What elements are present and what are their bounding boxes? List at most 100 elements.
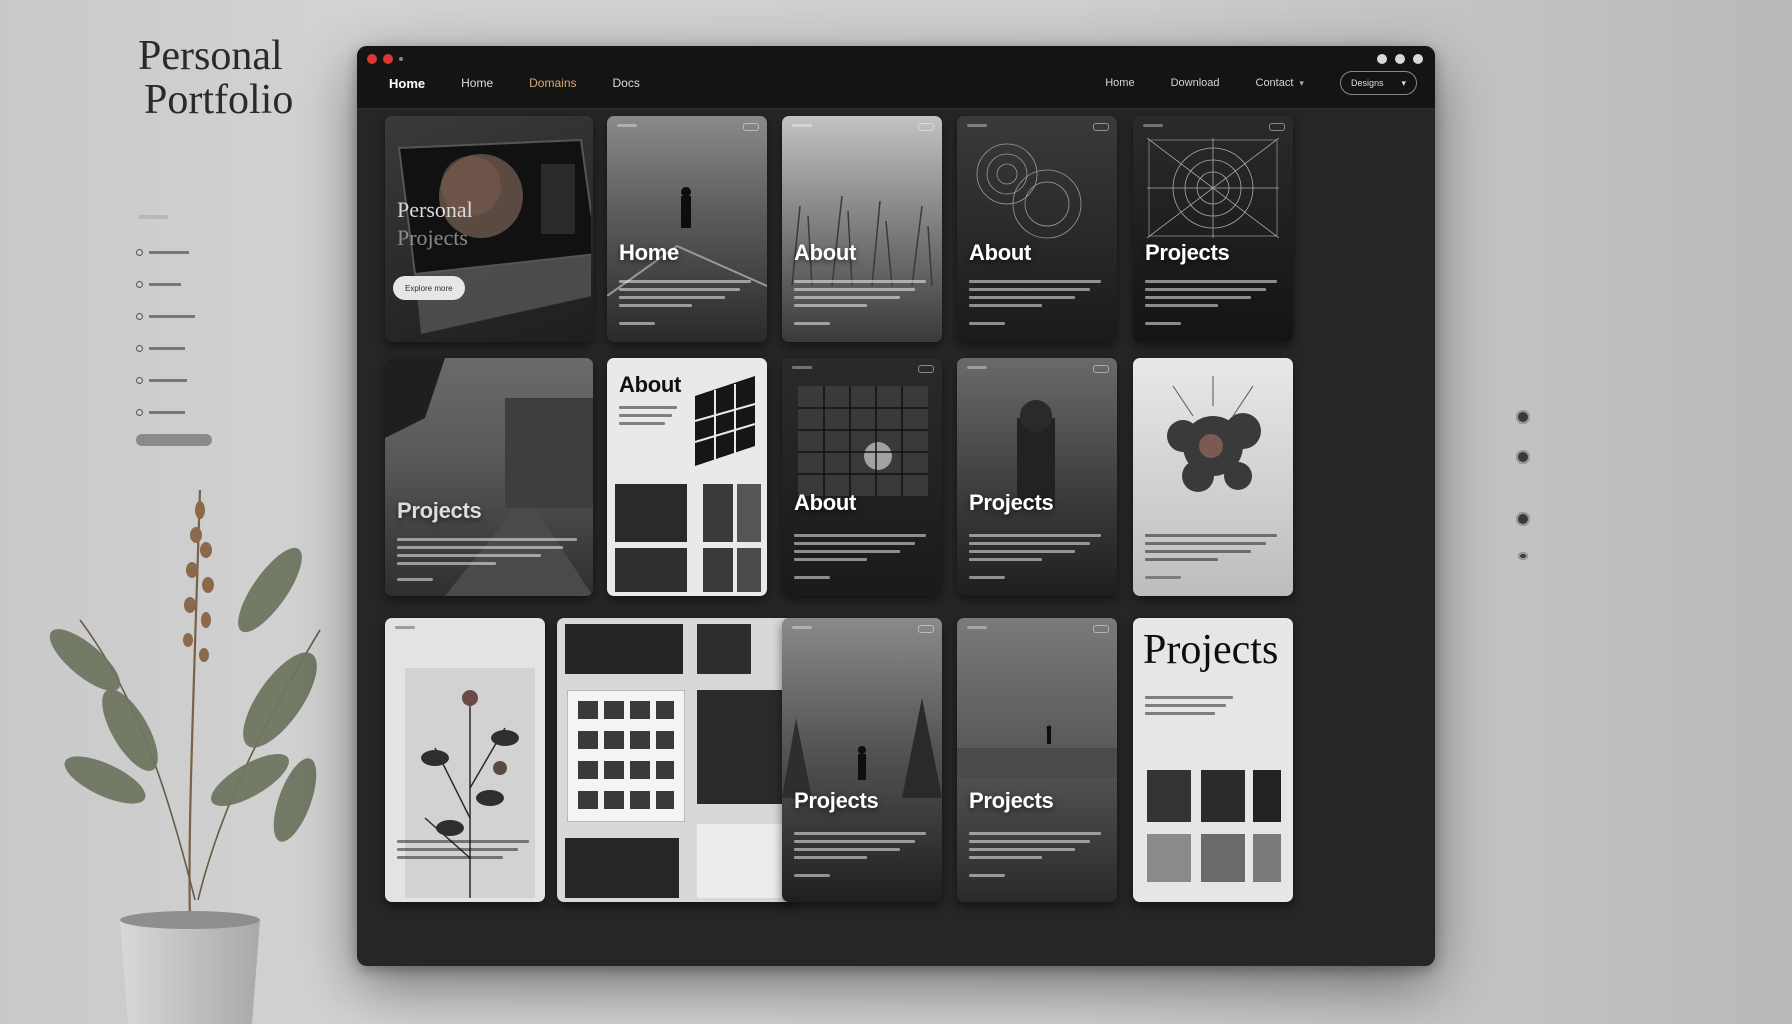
chevron-down-icon: ▾ [1401,77,1406,88]
nav-link-contact[interactable]: Contact [1256,77,1294,89]
project-card[interactable]: About [607,358,767,596]
close-icon[interactable] [1413,54,1423,64]
card-title: About [794,490,857,515]
lone-figure-image [957,725,1117,778]
dot-icon[interactable] [1518,552,1528,560]
nav-link-download[interactable]: Download [1171,77,1220,89]
card-text [619,406,677,430]
card-title: Projects [969,788,1054,813]
card-text [1145,280,1277,312]
project-card[interactable]: Projects [1133,116,1293,342]
side-nav-item[interactable] [136,268,212,300]
figure-on-path-image [607,187,767,296]
collage-card[interactable] [557,618,795,902]
thumbnail[interactable] [703,548,733,592]
thumbnail[interactable] [565,838,679,898]
read-more-link[interactable] [969,874,1005,877]
thumbnail[interactable] [703,484,733,542]
card-title: About [619,372,682,397]
side-nav-item[interactable] [136,364,212,396]
side-nav-item[interactable] [136,236,212,268]
nav-link-home[interactable]: Home [461,76,493,91]
thumbnail[interactable] [1253,834,1281,882]
nav-link-home-active[interactable]: Home [389,76,425,91]
thumbnail[interactable] [737,484,761,542]
bullet-icon [136,376,143,384]
dot-icon[interactable] [1516,410,1530,424]
thumbnail-grid[interactable] [567,690,685,822]
user-icon[interactable] [1395,54,1405,64]
project-card[interactable] [385,618,545,902]
side-nav-item[interactable] [136,332,212,364]
grid-window-image [798,386,928,496]
read-more-link[interactable] [1145,322,1181,325]
dot-icon [399,57,403,61]
thumbnail[interactable] [697,690,793,804]
thumbnail[interactable] [1147,834,1191,882]
card-badge-icon [1093,365,1109,373]
card-title: Projects [969,490,1054,515]
hero-heading-line-1: Personal [397,197,473,222]
window-controls-left [367,54,403,64]
side-nav-cta[interactable] [136,434,212,446]
side-nav-item[interactable] [136,300,212,332]
read-more-link[interactable] [619,322,655,325]
thumbnail[interactable] [1201,834,1245,882]
thumbnail[interactable] [615,484,687,542]
card-badge-icon [918,625,934,633]
brand-line-2: Portfolio [144,77,294,123]
card-text [969,280,1101,312]
read-more-link[interactable] [969,576,1005,579]
project-card[interactable]: Projects [385,358,593,596]
read-more-link[interactable] [794,322,830,325]
card-meta [967,366,987,369]
project-card[interactable]: Projects [957,358,1117,596]
close-icon[interactable] [367,54,377,64]
thumbnail[interactable] [1147,770,1191,822]
project-card[interactable]: About [957,116,1117,342]
thumbnail[interactable] [1201,770,1245,822]
card-title: Projects [1145,240,1230,265]
bullet-icon [136,280,143,288]
card-badge-icon [918,365,934,373]
nav-link-docs[interactable]: Docs [613,76,640,91]
bullet-icon [136,312,143,320]
side-nav-item[interactable] [136,396,212,428]
thumbnail[interactable] [565,624,683,674]
card-text [794,832,926,864]
read-more-link[interactable] [397,578,433,581]
orbit-image [976,143,1082,239]
minimize-icon[interactable] [383,54,393,64]
designs-dropdown[interactable]: Designs ▾ [1339,71,1417,95]
thumbnail[interactable] [697,624,751,674]
nav-link-home-right[interactable]: Home [1105,77,1134,89]
project-card[interactable]: Projects [957,618,1117,902]
read-more-link[interactable] [969,322,1005,325]
hero-heading-line-2: Projects [397,225,468,250]
settings-icon[interactable] [1377,54,1387,64]
read-more-link[interactable] [1145,576,1181,579]
title-bar: Home Home Domains Docs Home Download Con… [357,46,1435,109]
thumbnail[interactable] [615,548,687,592]
card-text [1145,534,1277,566]
chevron-down-icon[interactable]: ▾ [1299,78,1304,89]
project-card[interactable]: About [782,116,942,342]
thumbnail[interactable] [697,824,793,898]
project-card[interactable]: Projects [782,618,942,902]
project-card[interactable]: Projects [1133,618,1293,902]
dot-icon[interactable] [1516,512,1530,526]
brand-title: Personal Portfolio [138,34,293,122]
project-card[interactable] [1133,358,1293,596]
read-more-link[interactable] [794,576,830,579]
thumbnail[interactable] [737,548,761,592]
read-more-link[interactable] [794,874,830,877]
thumbnail[interactable] [1253,770,1281,822]
hero-card[interactable]: Personal Projects Explore more [385,116,593,342]
card-text [969,832,1101,864]
project-card[interactable]: About [782,358,942,596]
bullet-icon [136,248,143,256]
project-card[interactable]: Home [607,116,767,342]
explore-button[interactable]: Explore more [393,276,465,300]
dot-icon[interactable] [1516,450,1530,464]
nav-link-domains[interactable]: Domains [529,76,576,91]
